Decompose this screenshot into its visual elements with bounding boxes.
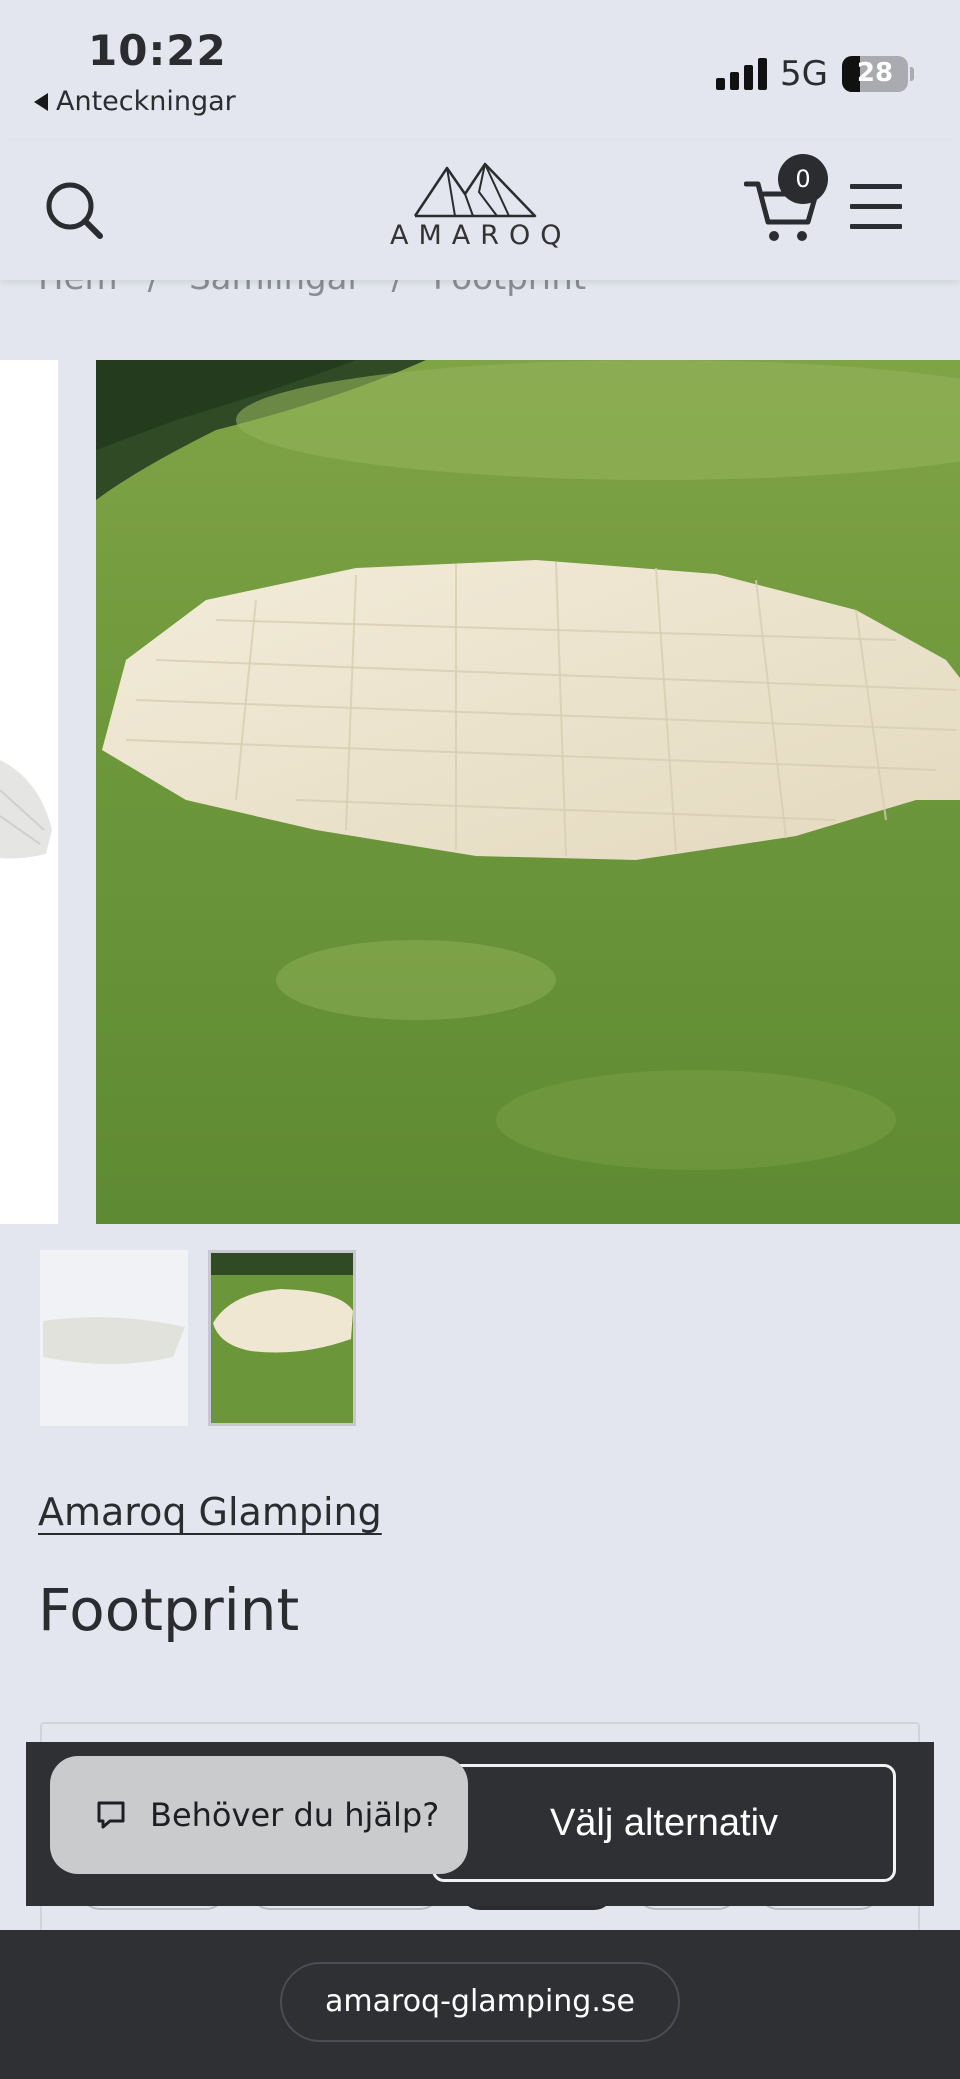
battery-icon: 28: [842, 56, 908, 92]
network-type: 5G: [780, 54, 828, 94]
gallery-thumbnails: [40, 1250, 356, 1426]
thumbnail-1[interactable]: [40, 1250, 188, 1426]
back-arrow-icon: [34, 92, 48, 111]
product-vendor-link[interactable]: Amaroq Glamping: [38, 1490, 382, 1534]
status-bar: 10:22 Anteckningar 5G 28: [0, 0, 960, 140]
choose-options-button[interactable]: Välj alternativ: [432, 1764, 896, 1882]
signal-strength-icon: [716, 58, 767, 90]
footprint-on-grass-image: [96, 360, 960, 1224]
search-icon[interactable]: [44, 180, 104, 240]
product-title: Footprint: [38, 1576, 300, 1644]
thumbnail-2[interactable]: [208, 1250, 356, 1426]
battery-tip: [910, 67, 914, 81]
site-logo[interactable]: AMAROQ: [380, 162, 570, 262]
chat-bubble-icon: [97, 1801, 125, 1829]
hamburger-menu-icon[interactable]: [850, 182, 902, 232]
gallery-previous-slide[interactable]: [0, 360, 58, 1224]
mountain-logo-icon: [413, 162, 537, 218]
logo-text: AMAROQ: [390, 220, 572, 251]
status-time: 10:22: [88, 26, 227, 75]
address-bar[interactable]: amaroq-glamping.se: [280, 1962, 680, 2042]
help-label: Behöver du hjälp?: [150, 1796, 440, 1834]
browser-bottom-bar: amaroq-glamping.se: [0, 1930, 960, 2079]
back-app-label: Anteckningar: [56, 86, 236, 117]
cart-count-badge: 0: [778, 154, 828, 204]
gallery-main-image[interactable]: [96, 360, 960, 1224]
back-to-app-link[interactable]: Anteckningar: [34, 86, 236, 117]
help-chat-button[interactable]: Behöver du hjälp?: [50, 1756, 468, 1874]
product-gallery[interactable]: [0, 360, 960, 1224]
battery-percent: 28: [856, 58, 894, 88]
